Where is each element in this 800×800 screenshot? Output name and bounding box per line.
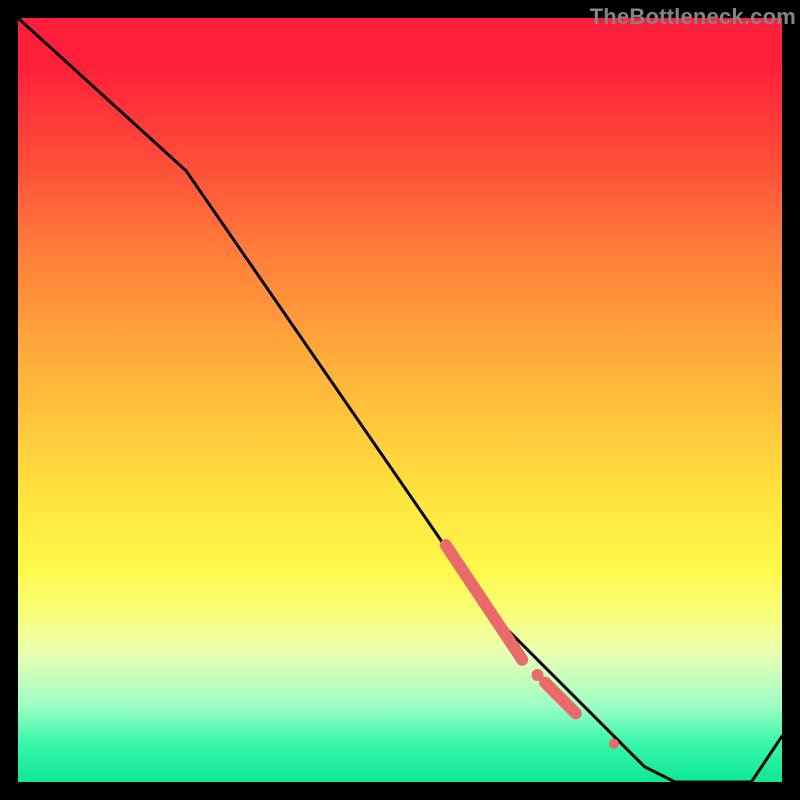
chart-markers bbox=[446, 545, 619, 749]
chart-overlay bbox=[18, 18, 782, 782]
marker-segment-a bbox=[446, 545, 522, 660]
marker-dot-low bbox=[609, 739, 619, 749]
marker-segment-b bbox=[545, 683, 576, 714]
watermark-label: TheBottleneck.com bbox=[590, 4, 796, 30]
bottleneck-curve-group bbox=[18, 18, 782, 782]
bottleneck-curve-line bbox=[18, 18, 782, 782]
chart-frame: TheBottleneck.com bbox=[18, 18, 782, 782]
